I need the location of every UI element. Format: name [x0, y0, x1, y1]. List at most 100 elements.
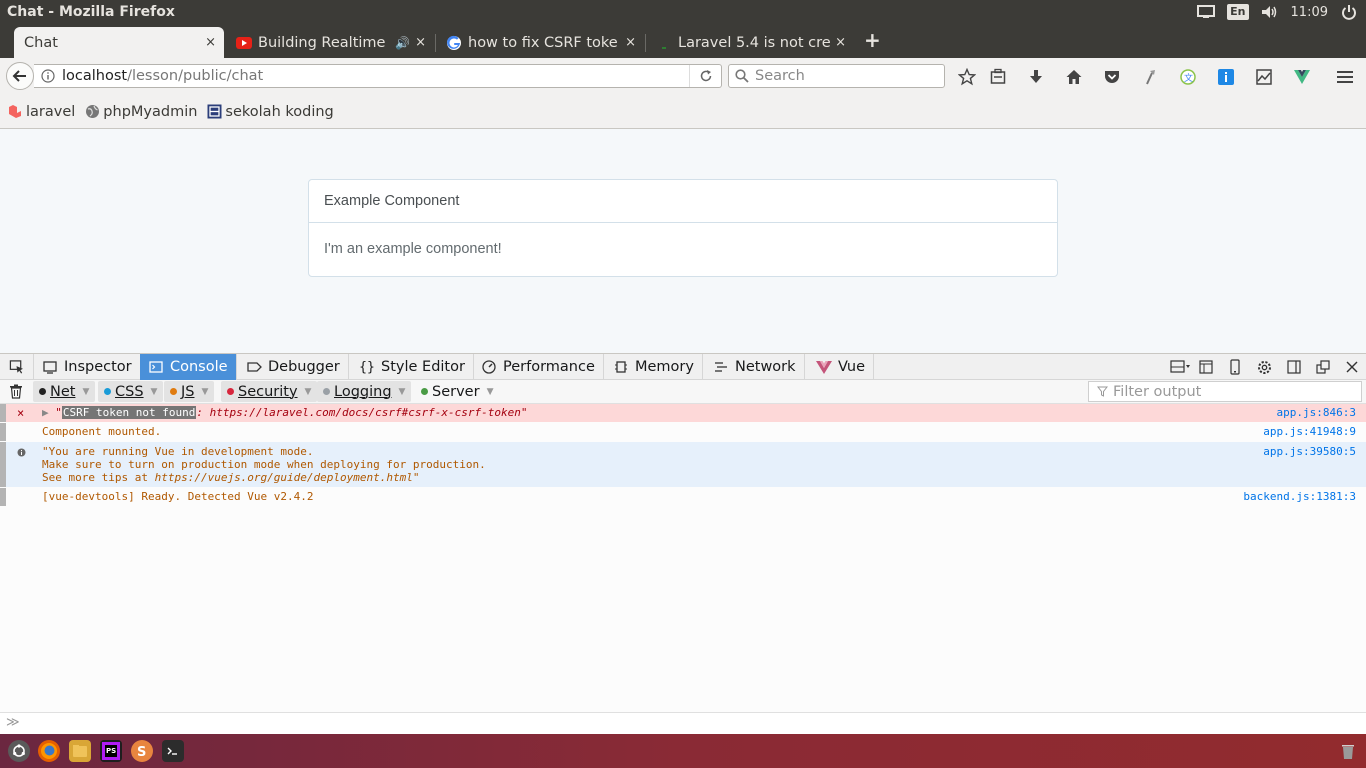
source-link[interactable]: app.js:41948:9 — [1263, 425, 1356, 438]
close-icon[interactable]: × — [625, 35, 636, 50]
download-icon[interactable] — [1026, 67, 1046, 87]
phpstorm-icon[interactable]: PS — [100, 740, 122, 762]
keyboard-language-indicator[interactable]: En — [1227, 4, 1249, 20]
bookmark-laravel[interactable]: laravel — [8, 104, 75, 120]
console-message-log[interactable]: Component mounted. app.js:41948:9 — [0, 423, 1366, 441]
tab-memory[interactable]: Memory — [605, 354, 703, 380]
element-picker-button[interactable] — [0, 354, 34, 380]
filter-css-button[interactable]: CSS ▼ — [98, 381, 164, 402]
filter-net-button[interactable]: Net ▼ — [33, 381, 96, 402]
firefox-icon[interactable] — [38, 740, 60, 762]
close-icon[interactable]: × — [415, 35, 426, 50]
tab-label: Performance — [503, 359, 595, 375]
prompt-icon: ≫ — [6, 715, 20, 730]
extension-arrow-icon[interactable] — [1140, 67, 1160, 87]
reload-icon[interactable] — [689, 65, 721, 87]
message-line: "You are running Vue in development mode… — [42, 445, 314, 458]
terminal-icon[interactable] — [162, 740, 184, 762]
tab-network[interactable]: Network — [705, 354, 805, 380]
vue-devtools-icon[interactable] — [1292, 67, 1312, 87]
filter-funnel-icon — [1097, 386, 1108, 397]
extension-i-icon[interactable] — [1216, 67, 1236, 87]
svg-text:PS: PS — [106, 747, 116, 755]
filter-logging-button[interactable]: Logging ▼ — [317, 381, 412, 402]
trash-icon[interactable] — [9, 384, 23, 399]
source-link[interactable]: app.js:39580:5 — [1263, 445, 1356, 458]
tab-building-realtime[interactable]: Building Realtime C 🔊 × — [226, 27, 434, 58]
filter-dot — [39, 388, 46, 395]
message-text: "You are running Vue in development mode… — [42, 445, 486, 484]
screen-icon[interactable] — [1197, 4, 1216, 20]
console-filter-bar: Net ▼ CSS ▼ JS ▼ Security ▼ Logging ▼ Se… — [0, 380, 1366, 404]
tab-label: Network — [735, 359, 796, 375]
source-link[interactable]: backend.js:1381:3 — [1243, 490, 1356, 503]
tab-performance[interactable]: Performance — [473, 354, 604, 380]
bookmark-sekolah-koding[interactable]: sekolah koding — [207, 104, 334, 120]
new-tab-button[interactable]: + — [864, 28, 881, 52]
tab-style-editor[interactable]: {} Style Editor — [351, 354, 474, 380]
filter-security-button[interactable]: Security ▼ — [221, 381, 318, 402]
url-host: localhost — [62, 68, 128, 84]
close-devtools-icon[interactable] — [1344, 359, 1360, 375]
bookmarks-toolbar: laravel phpMyadmin sekolah koding — [0, 95, 1366, 129]
tab-chat[interactable]: Chat × — [14, 27, 224, 58]
files-icon[interactable] — [69, 740, 91, 762]
console-input[interactable]: ≫ — [0, 712, 1366, 734]
console-message-error[interactable]: × ▶ "CSRF token not found: https://larav… — [0, 404, 1366, 422]
vue-icon — [816, 359, 832, 375]
dock-side-icon[interactable] — [1286, 359, 1302, 375]
close-icon[interactable]: × — [835, 35, 846, 50]
hamburger-menu-icon[interactable] — [1335, 67, 1355, 87]
info-icon[interactable] — [34, 69, 62, 83]
filter-output-input[interactable]: Filter output — [1088, 381, 1362, 402]
scratchpad-icon[interactable] — [1198, 359, 1214, 375]
dock-options-icon[interactable] — [1168, 359, 1192, 375]
filter-js-button[interactable]: JS ▼ — [164, 381, 215, 402]
close-icon[interactable]: × — [205, 35, 216, 50]
home-icon[interactable] — [1064, 67, 1084, 87]
tab-label: Inspector — [64, 359, 132, 375]
responsive-design-icon[interactable] — [1227, 359, 1243, 375]
settings-gear-icon[interactable] — [1256, 359, 1272, 375]
power-icon[interactable] — [1340, 4, 1358, 20]
back-button[interactable] — [6, 62, 34, 90]
pocket-icon[interactable] — [1102, 67, 1122, 87]
tab-label: Debugger — [268, 359, 340, 375]
console-message-log[interactable]: [vue-devtools] Ready. Detected Vue v2.4.… — [0, 488, 1366, 506]
selected-text: CSRF token not found — [61, 406, 197, 419]
bookmarks-menu-icon[interactable] — [988, 67, 1008, 87]
screenshot-icon[interactable] — [1254, 67, 1274, 87]
filter-dot — [170, 388, 177, 395]
tab-debugger[interactable]: Debugger — [238, 354, 349, 380]
filter-dot — [421, 388, 428, 395]
tab-vue[interactable]: Vue — [808, 354, 875, 380]
tab-laravel-54[interactable]: Laravel 5.4 is not creat × — [646, 27, 854, 58]
source-link[interactable]: app.js:846:3 — [1277, 406, 1356, 419]
tab-strip: Chat × Building Realtime C 🔊 × how to fi… — [0, 24, 1366, 58]
picker-icon — [9, 360, 24, 374]
console-message-info[interactable]: "You are running Vue in development mode… — [0, 442, 1366, 487]
filter-server-button[interactable]: Server ▼ — [415, 381, 499, 402]
inspector-icon — [42, 359, 58, 375]
separate-window-icon[interactable] — [1315, 359, 1331, 375]
tab-console[interactable]: Console — [140, 354, 237, 380]
audio-icon[interactable]: 🔊 — [395, 36, 410, 50]
volume-icon[interactable] — [1261, 4, 1279, 20]
bookmark-phpmyadmin[interactable]: phpMyadmin — [85, 104, 197, 120]
translate-icon[interactable]: 文 — [1178, 67, 1198, 87]
tab-inspector[interactable]: Inspector — [34, 354, 141, 380]
chevron-down-icon: ▼ — [398, 386, 406, 397]
tab-csrf-token[interactable]: how to fix CSRF token × — [436, 27, 644, 58]
sublime-icon[interactable]: S — [131, 740, 153, 762]
ubuntu-dash-icon[interactable] — [8, 740, 30, 762]
search-input[interactable]: Search — [728, 64, 945, 88]
message-link[interactable]: https://vuejs.org/guide/deployment.html — [155, 471, 413, 484]
bookmark-star-icon[interactable] — [957, 67, 977, 87]
memory-icon — [613, 359, 629, 375]
expand-arrow-icon[interactable]: ▶ — [42, 406, 55, 419]
quote: " — [55, 406, 62, 419]
url-bar[interactable]: localhost/lesson/public/chat — [34, 64, 722, 88]
filter-label: CSS — [115, 383, 144, 400]
trash-bin-icon[interactable] — [1337, 740, 1359, 762]
clock[interactable]: 11:09 — [1291, 5, 1328, 20]
